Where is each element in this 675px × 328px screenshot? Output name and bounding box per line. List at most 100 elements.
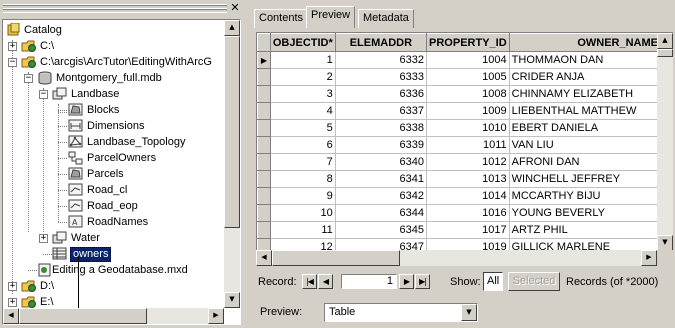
last-record-icon[interactable]: ▶| xyxy=(415,274,430,289)
collapse-icon[interactable]: − xyxy=(8,58,17,67)
tree-item-c-drive[interactable]: + C:\ xyxy=(3,38,240,54)
cell-owner-name[interactable]: AFRONI DAN xyxy=(509,153,673,171)
scroll-left-icon[interactable]: ◀ xyxy=(256,250,272,266)
row-selector[interactable] xyxy=(257,119,271,137)
row-selector[interactable] xyxy=(257,153,271,171)
tree-item-water[interactable]: + Water xyxy=(3,230,240,246)
table-row[interactable]: 6 6339 1011 VAN LIU xyxy=(257,136,673,154)
tree-vertical-scrollbar[interactable]: ▲ ▼ xyxy=(224,20,240,308)
cell-property-id[interactable]: 1004 xyxy=(426,51,510,69)
tree-horizontal-scrollbar[interactable]: ◀ ▶ xyxy=(3,308,224,324)
table-row[interactable]: 9 6342 1014 MCCARTHY BIJU xyxy=(257,187,673,205)
cell-elemaddr[interactable]: 6336 xyxy=(335,85,428,103)
scroll-right-icon[interactable]: ▶ xyxy=(641,250,657,266)
column-header-elemaddr[interactable]: ELEMADDR xyxy=(334,33,428,52)
cell-owner-name[interactable]: THOMMAON DAN xyxy=(509,51,673,69)
cell-owner-name[interactable]: MCCARTHY BIJU xyxy=(509,187,673,205)
tree-item-catalog[interactable]: Catalog xyxy=(3,22,240,38)
scroll-down-icon[interactable]: ▼ xyxy=(224,292,240,308)
row-selector[interactable] xyxy=(257,187,271,205)
row-selector[interactable] xyxy=(257,68,271,86)
cell-elemaddr[interactable]: 6332 xyxy=(335,51,428,69)
cell-objectid[interactable]: 2 xyxy=(270,68,336,86)
cell-owner-name[interactable]: CHINNAMY ELIZABETH xyxy=(509,85,673,103)
show-selected-button[interactable]: Selected xyxy=(508,272,560,291)
cell-elemaddr[interactable]: 6341 xyxy=(335,170,428,188)
cell-property-id[interactable]: 1017 xyxy=(426,221,510,239)
previous-record-icon[interactable]: ◀ xyxy=(318,274,333,289)
cell-objectid[interactable]: 6 xyxy=(270,136,336,154)
first-record-icon[interactable]: |◀ xyxy=(302,274,317,289)
scroll-thumb[interactable] xyxy=(19,308,147,324)
cell-owner-name[interactable]: ARTZ PHIL xyxy=(509,221,673,239)
table-row[interactable]: 3 6336 1008 CHINNAMY ELIZABETH xyxy=(257,85,673,103)
table-horizontal-scrollbar[interactable]: ◀ ▶ xyxy=(256,250,657,266)
preview-type-select[interactable]: Table ▼ xyxy=(324,303,478,322)
cell-objectid[interactable]: 5 xyxy=(270,119,336,137)
close-icon[interactable]: ✕ xyxy=(229,2,241,15)
table-row[interactable]: 8 6341 1013 WINCHELL JEFFREY xyxy=(257,170,673,188)
cell-property-id[interactable]: 1019 xyxy=(426,238,510,250)
cell-owner-name[interactable]: YOUNG BEVERLY xyxy=(509,204,673,222)
expand-icon[interactable]: + xyxy=(8,282,17,291)
tree-item-dimensions[interactable]: Dimensions xyxy=(3,118,240,134)
cell-property-id[interactable]: 1014 xyxy=(426,187,510,205)
collapse-icon[interactable]: − xyxy=(39,90,48,99)
tree-item-road-eop[interactable]: Road_eop xyxy=(3,198,240,214)
cell-property-id[interactable]: 1009 xyxy=(426,102,510,120)
cell-owner-name[interactable]: CRIDER ANJA xyxy=(509,68,673,86)
tab-preview[interactable]: Preview xyxy=(306,6,356,28)
scroll-left-icon[interactable]: ◀ xyxy=(3,308,19,324)
row-selector[interactable] xyxy=(257,102,271,120)
column-header-owner-name[interactable]: OWNER_NAME xyxy=(508,33,673,52)
cell-elemaddr[interactable]: 6333 xyxy=(335,68,428,86)
cell-owner-name[interactable]: EBERT DANIELA xyxy=(509,119,673,137)
expand-icon[interactable]: + xyxy=(39,234,48,243)
row-selector[interactable] xyxy=(257,136,271,154)
row-selector[interactable] xyxy=(257,85,271,103)
tree-item-landbase-topology[interactable]: Landbase_Topology xyxy=(3,134,240,150)
tree-item-mxd[interactable]: Editing a Geodatabase.mxd xyxy=(3,262,240,278)
scroll-thumb[interactable] xyxy=(224,36,240,228)
expand-icon[interactable]: + xyxy=(8,42,17,51)
table-row[interactable]: 2 6333 1005 CRIDER ANJA xyxy=(257,68,673,86)
pane-titlebar[interactable]: ✕ xyxy=(3,2,241,15)
tree-item-road-cl[interactable]: Road_cl xyxy=(3,182,240,198)
next-record-icon[interactable]: ▶ xyxy=(399,274,414,289)
scroll-thumb[interactable] xyxy=(272,250,400,266)
cell-objectid[interactable]: 8 xyxy=(270,170,336,188)
record-number-input[interactable]: 1 xyxy=(341,274,397,289)
cell-property-id[interactable]: 1008 xyxy=(426,85,510,103)
cell-elemaddr[interactable]: 6340 xyxy=(335,153,428,171)
tab-contents[interactable]: Contents xyxy=(254,9,309,28)
scroll-down-icon[interactable]: ▼ xyxy=(657,235,673,250)
scroll-right-icon[interactable]: ▶ xyxy=(208,308,224,324)
cell-objectid[interactable]: 3 xyxy=(270,85,336,103)
column-header-objectid[interactable]: OBJECTID* xyxy=(269,33,336,52)
column-header-property-id[interactable]: PROPERTY_ID xyxy=(426,33,510,52)
table-row[interactable]: 10 6344 1016 YOUNG BEVERLY xyxy=(257,204,673,222)
tree-item-parcelowners[interactable]: ParcelOwners xyxy=(3,150,240,166)
cell-elemaddr[interactable]: 6339 xyxy=(335,136,428,154)
cell-property-id[interactable]: 1016 xyxy=(426,204,510,222)
tree-item-editing-folder[interactable]: − C:\arcgis\ArcTutor\EditingWithArcG xyxy=(3,54,240,70)
cell-owner-name[interactable]: GILLICK MARLENE xyxy=(509,238,673,250)
cell-elemaddr[interactable]: 6345 xyxy=(335,221,428,239)
cell-property-id[interactable]: 1012 xyxy=(426,153,510,171)
table-row[interactable]: 11 6345 1017 ARTZ PHIL xyxy=(257,221,673,239)
cell-objectid[interactable]: 11 xyxy=(270,221,336,239)
tree-item-d-drive[interactable]: + D:\ xyxy=(3,278,240,294)
cell-objectid[interactable]: 12 xyxy=(270,238,336,250)
row-selector[interactable] xyxy=(257,204,271,222)
scroll-thumb[interactable] xyxy=(657,49,673,57)
cell-objectid[interactable]: 7 xyxy=(270,153,336,171)
table-vertical-scrollbar[interactable]: ▲ ▼ xyxy=(657,33,673,250)
cell-elemaddr[interactable]: 6337 xyxy=(335,102,428,120)
chevron-down-icon[interactable]: ▼ xyxy=(461,304,477,321)
tree-item-landbase[interactable]: − Landbase xyxy=(3,86,240,102)
expand-icon[interactable]: + xyxy=(8,298,17,307)
collapse-icon[interactable]: − xyxy=(24,74,33,83)
row-selector-header[interactable] xyxy=(257,33,271,52)
cell-elemaddr[interactable]: 6344 xyxy=(335,204,428,222)
cell-objectid[interactable]: 9 xyxy=(270,187,336,205)
